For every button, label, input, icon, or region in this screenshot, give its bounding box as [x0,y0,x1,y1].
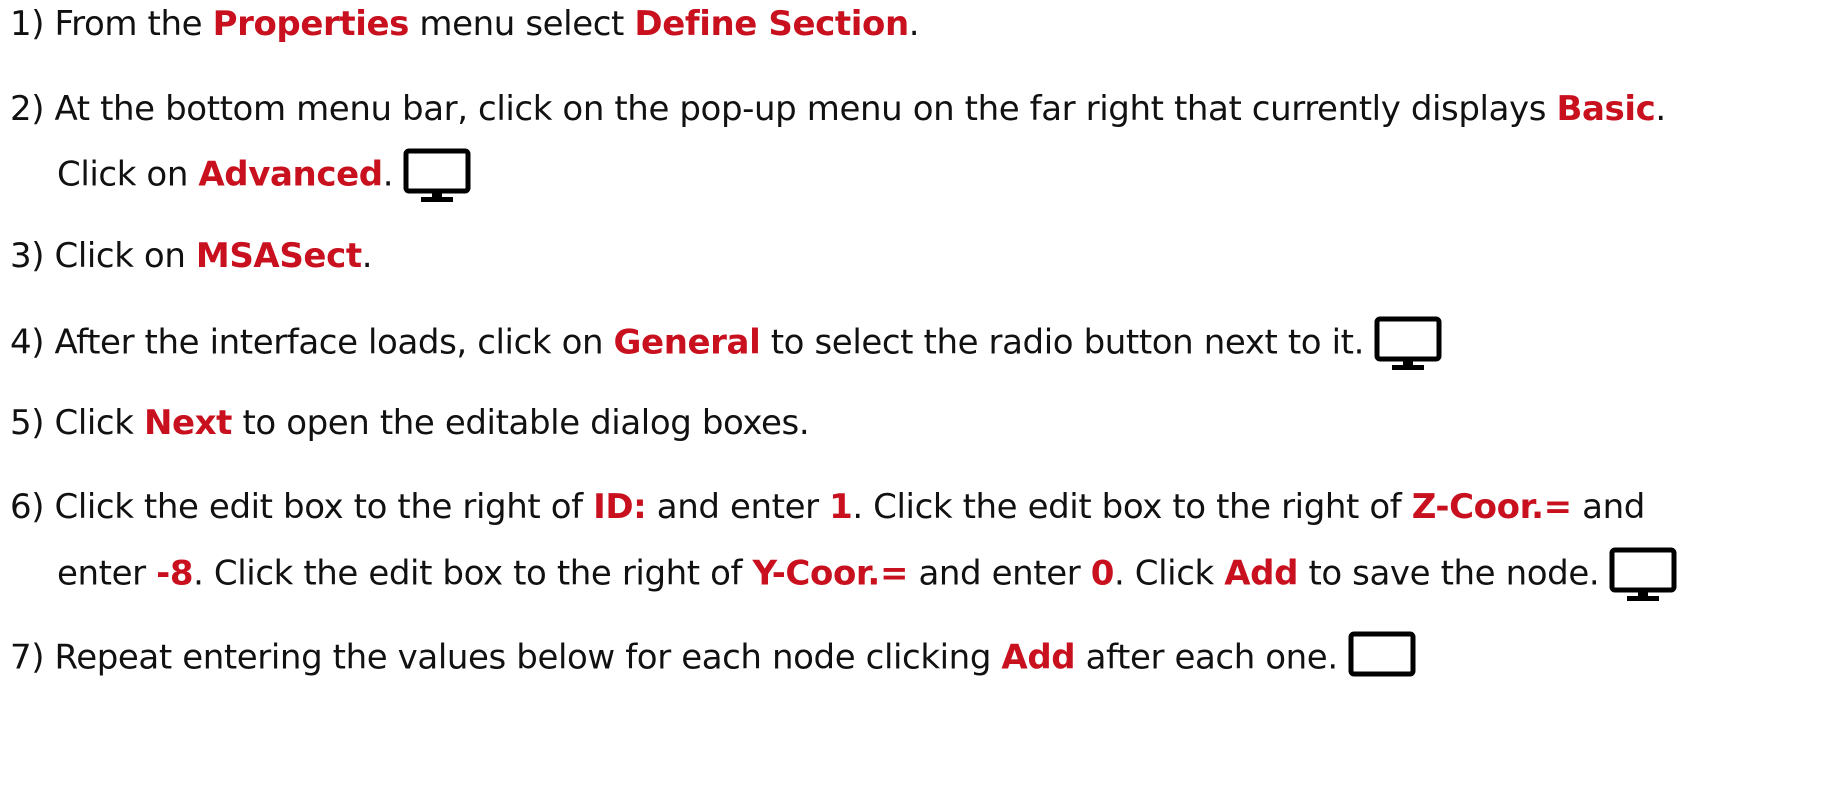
highlight-term: ID: [593,487,647,527]
instruction-text: 1) From the [10,4,213,44]
monitor-icon[interactable] [1374,316,1442,370]
instruction-text: enter [57,553,157,594]
highlight-term: Add [1001,637,1076,678]
highlight-term: Add [1224,553,1299,594]
step-6-line-2: enter -8. Click the edit box to the righ… [57,547,1677,601]
instruction-text: Click on [57,154,199,195]
highlight-term: Define Section [634,4,909,44]
instruction-text: . [382,154,394,195]
instruction-text: and enter [908,553,1091,594]
step-6-line-1: 6) Click the edit box to the right of ID… [10,485,1645,529]
step-1-line-1: 1) From the Properties menu select Defin… [10,2,920,46]
highlight-term: Basic [1556,89,1656,129]
instruction-text: to open the editable dialog boxes. [232,403,810,443]
step-3-line-1: 3) Click on MSASect. [10,234,373,278]
instruction-text: 5) Click [10,403,144,443]
highlight-term: Next [143,403,233,443]
instruction-text: to select the radio button next to it. [760,322,1365,363]
step-2-line-2: Click on Advanced. [57,148,471,202]
monitor-icon[interactable] [1609,547,1677,601]
step-5-line-1: 5) Click Next to open the editable dialo… [10,401,810,445]
highlight-term: 1 [829,487,853,527]
instruction-text: 6) Click the edit box to the right of [10,487,594,527]
instruction-text: and enter [646,487,830,527]
highlight-term: 0 [1090,553,1115,594]
instruction-text: . [1655,89,1666,129]
highlight-term: -8 [156,553,194,594]
instruction-text: after each one. [1075,637,1339,678]
instruction-text: . Click the edit box to the right of [193,553,753,594]
step-2-line-1: 2) At the bottom menu bar, click on the … [10,87,1666,131]
instruction-text: menu select [408,4,635,44]
step-7-line-1: 7) Repeat entering the values below for … [10,631,1416,685]
highlight-term: MSASect [195,236,362,276]
highlight-term: Y-Coor.= [752,553,909,594]
highlight-term: Z-Coor.= [1411,487,1572,527]
highlight-term: Properties [212,4,410,44]
highlight-term: General [613,322,761,363]
monitor-icon[interactable] [403,148,471,202]
instruction-text: 4) After the interface loads, click on [10,322,614,363]
instruction-text: . Click the edit box to the right of [852,487,1412,527]
instruction-text: . [908,4,920,44]
instruction-text: and [1571,487,1645,527]
step-4-line-1: 4) After the interface loads, click on G… [10,316,1442,370]
instruction-text: 7) Repeat entering the values below for … [10,637,1002,678]
instruction-text: to save the node. [1298,553,1600,594]
instruction-text: 2) At the bottom menu bar, click on the … [10,89,1557,129]
instruction-document: 1) From the Properties menu select Defin… [0,0,1839,794]
instruction-text: . [361,236,373,276]
highlight-term: Advanced [198,154,383,195]
monitor-icon[interactable] [1348,631,1416,683]
instruction-text: 3) Click on [10,236,196,276]
instruction-text: . Click [1113,553,1225,594]
